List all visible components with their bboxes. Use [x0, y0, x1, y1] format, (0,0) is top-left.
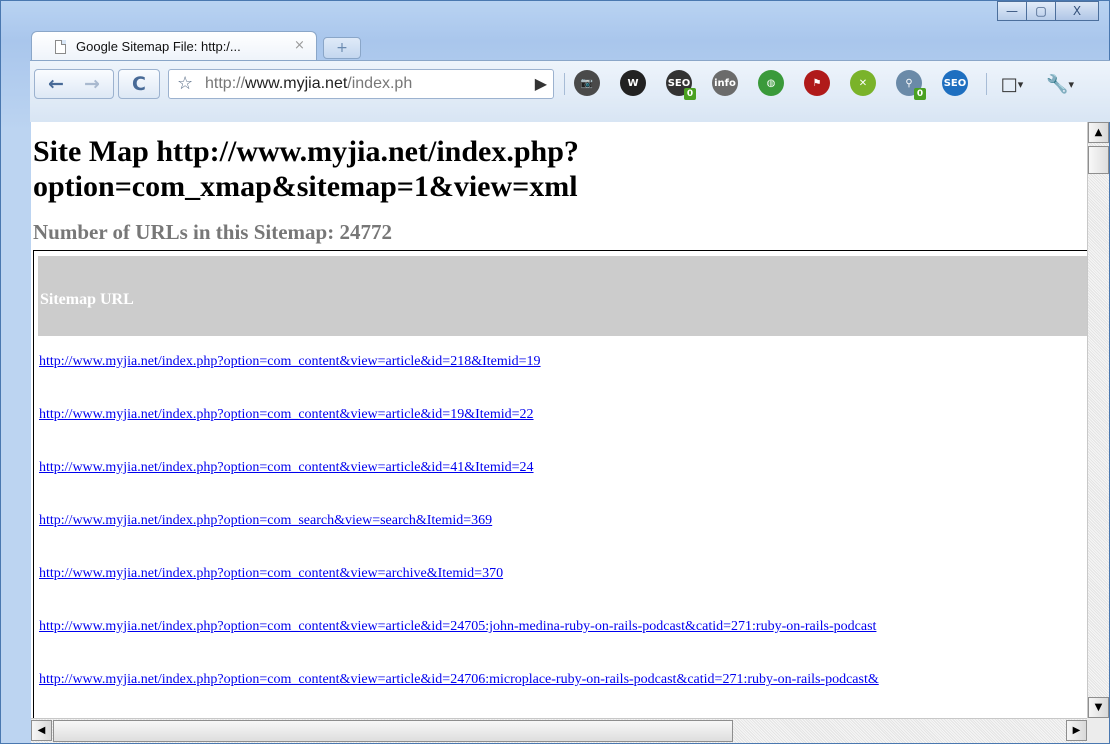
vertical-scrollbar[interactable]: ▲ ▼ — [1087, 122, 1109, 718]
minimize-button[interactable]: — — [997, 1, 1027, 21]
tab-close-icon[interactable]: × — [294, 38, 305, 53]
address-bar[interactable]: ☆ http://www.myjia.net/index.ph ▶ — [168, 69, 554, 99]
page-icon: □ — [1000, 73, 1018, 95]
vertical-scroll-thumb[interactable] — [1088, 146, 1109, 174]
page-menu-button[interactable]: □ ▾ — [994, 71, 1030, 97]
toolbar-separator — [564, 73, 565, 95]
sitemap-url-link[interactable]: http://www.myjia.net/index.php?option=co… — [39, 354, 541, 370]
horizontal-scrollbar[interactable]: ◀ ▶ — [31, 718, 1087, 743]
colorzilla-icon[interactable]: ✕ — [850, 70, 876, 96]
active-tab[interactable]: Google Sitemap File: http:/... × — [31, 31, 317, 61]
scroll-up-button[interactable]: ▲ — [1088, 122, 1109, 143]
seo-quake-icon[interactable]: SEO 0 — [666, 70, 696, 100]
sitemap-url-link[interactable]: http://www.myjia.net/index.php?option=co… — [39, 460, 534, 476]
wrench-icon: 🔧 — [1046, 73, 1069, 95]
page-title: Site Map http://www.myjia.net/index.php?… — [33, 135, 579, 203]
sitemap-url-link[interactable]: http://www.myjia.net/index.php?option=co… — [39, 619, 876, 635]
page-favicon-icon — [55, 40, 66, 54]
bookmark-star-icon[interactable]: ☆ — [177, 73, 193, 94]
scroll-down-button[interactable]: ▼ — [1088, 697, 1109, 718]
go-icon[interactable]: ▶ — [535, 74, 547, 93]
back-button[interactable]: ← — [41, 72, 71, 96]
wikipedia-icon[interactable]: W — [620, 70, 646, 96]
close-window-button[interactable]: X — [1055, 1, 1099, 21]
camera-icon[interactable]: 📷 — [574, 70, 600, 96]
new-tab-button[interactable]: + — [323, 37, 361, 59]
browser-toolbar: ← → C ☆ http://www.myjia.net/index.ph ▶ … — [30, 60, 1110, 122]
sitemap-url-link[interactable]: http://www.myjia.net/index.php?option=co… — [39, 513, 492, 529]
url-host: www.myjia.net — [245, 75, 348, 92]
chevron-down-icon: ▾ — [1068, 77, 1074, 91]
url-count: Number of URLs in this Sitemap: 24772 — [33, 220, 392, 244]
globe-icon[interactable]: ◍ — [758, 70, 784, 96]
page-content: Site Map http://www.myjia.net/index.php?… — [31, 122, 1087, 718]
sitemap-url-link[interactable]: http://www.myjia.net/index.php?option=co… — [39, 672, 879, 688]
chevron-down-icon: ▾ — [1017, 77, 1024, 91]
flag-icon[interactable]: ⚑ — [804, 70, 830, 96]
horizontal-scroll-thumb[interactable] — [53, 720, 733, 742]
window-caption-buttons: — ▢ X — [997, 1, 1099, 21]
reload-button[interactable]: C — [118, 69, 160, 99]
info-icon[interactable]: info — [712, 70, 738, 96]
column-header-sitemap-url: Sitemap URL — [40, 291, 134, 308]
seo-site-tools-icon[interactable]: SEO — [942, 70, 968, 96]
url-path: /index.ph — [347, 75, 413, 92]
scroll-right-button[interactable]: ▶ — [1066, 720, 1087, 741]
nav-button-group: ← → — [34, 69, 114, 99]
table-header: Sitemap URL — [38, 256, 1087, 336]
reload-icon: C — [132, 73, 146, 95]
wrench-menu-button[interactable]: 🔧 ▾ — [1040, 71, 1080, 97]
sitemap-table: Sitemap URL http://www.myjia.net/index.p… — [33, 250, 1087, 718]
browser-window: — ▢ X Google Sitemap File: http:/... × +… — [0, 0, 1110, 744]
url-scheme: http:// — [205, 75, 246, 92]
address-url[interactable]: http://www.myjia.net/index.ph — [205, 75, 505, 93]
forward-button[interactable]: → — [77, 72, 107, 96]
scrollbar-corner — [1087, 718, 1109, 743]
extension-badge: 0 — [914, 88, 926, 100]
maximize-button[interactable]: ▢ — [1026, 1, 1056, 21]
scroll-left-button[interactable]: ◀ — [31, 720, 52, 741]
sitemap-url-link[interactable]: http://www.myjia.net/index.php?option=co… — [39, 566, 503, 582]
toolbar-separator — [986, 73, 987, 95]
sitemap-url-link[interactable]: http://www.myjia.net/index.php?option=co… — [39, 407, 534, 423]
magnifier-icon[interactable]: ⚲ 0 — [896, 70, 926, 100]
tab-title: Google Sitemap File: http:/... — [76, 39, 241, 54]
extension-badge: 0 — [684, 88, 696, 100]
